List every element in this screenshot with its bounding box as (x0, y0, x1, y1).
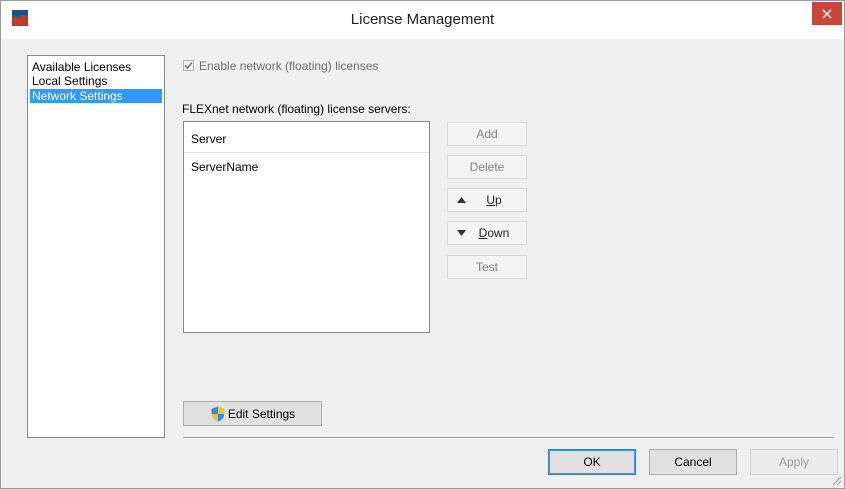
server-column-header[interactable]: Server (184, 122, 429, 153)
uac-shield-icon (211, 406, 225, 421)
test-button-label: Test (475, 260, 498, 274)
edit-settings-label: Edit Settings (227, 406, 296, 421)
add-button-label: Add (476, 127, 498, 141)
test-button[interactable]: Test (447, 255, 527, 279)
edit-settings-button[interactable]: Edit Settings (183, 401, 322, 426)
up-button-label: Up (486, 193, 501, 207)
cancel-button[interactable]: Cancel (649, 449, 737, 475)
down-button-label: Down (479, 226, 510, 240)
close-button[interactable]: × (812, 2, 842, 25)
down-arrow-icon (457, 230, 466, 236)
up-button[interactable]: Up (447, 188, 527, 212)
resize-grip-icon[interactable] (830, 474, 842, 486)
nav-item-local-settings[interactable]: Local Settings (30, 74, 162, 88)
delete-button-label: Delete (469, 160, 505, 174)
apply-button-label: Apply (778, 455, 810, 469)
footer-separator (183, 437, 834, 439)
add-button[interactable]: Add (447, 122, 527, 146)
apply-button[interactable]: Apply (750, 449, 838, 475)
up-arrow-icon (457, 197, 466, 203)
up-accelerator: U (486, 193, 495, 207)
up-label-rest: p (494, 193, 502, 207)
close-icon: × (820, 3, 834, 23)
nav-item-available-licenses[interactable]: Available Licenses (30, 60, 162, 74)
server-column-header-label: Server (191, 132, 227, 146)
window-title: License Management (350, 11, 495, 28)
ok-button-label: OK (583, 455, 601, 469)
down-button[interactable]: Down (447, 221, 527, 245)
checkbox-box[interactable] (183, 60, 194, 71)
license-servers-list[interactable]: Server ServerName (183, 121, 430, 333)
title-bar[interactable]: License Management × (1, 1, 844, 39)
enable-network-licenses-checkbox[interactable]: Enable network (floating) licenses (183, 58, 378, 73)
list-item[interactable]: ServerName (191, 160, 258, 174)
license-servers-label: FLEXnet network (floating) license serve… (182, 102, 411, 116)
cancel-button-label: Cancel (674, 455, 712, 469)
checkmark-icon (184, 61, 193, 70)
delete-button[interactable]: Delete (447, 155, 527, 179)
license-management-window: License Management × Available Licenses … (0, 0, 845, 489)
settings-category-list[interactable]: Available Licenses Local Settings Networ… (27, 55, 165, 438)
down-label-rest: own (487, 226, 510, 240)
ok-button[interactable]: OK (548, 449, 636, 475)
nav-item-network-settings[interactable]: Network Settings (30, 89, 162, 103)
enable-network-licenses-label: Enable network (floating) licenses (199, 58, 379, 73)
